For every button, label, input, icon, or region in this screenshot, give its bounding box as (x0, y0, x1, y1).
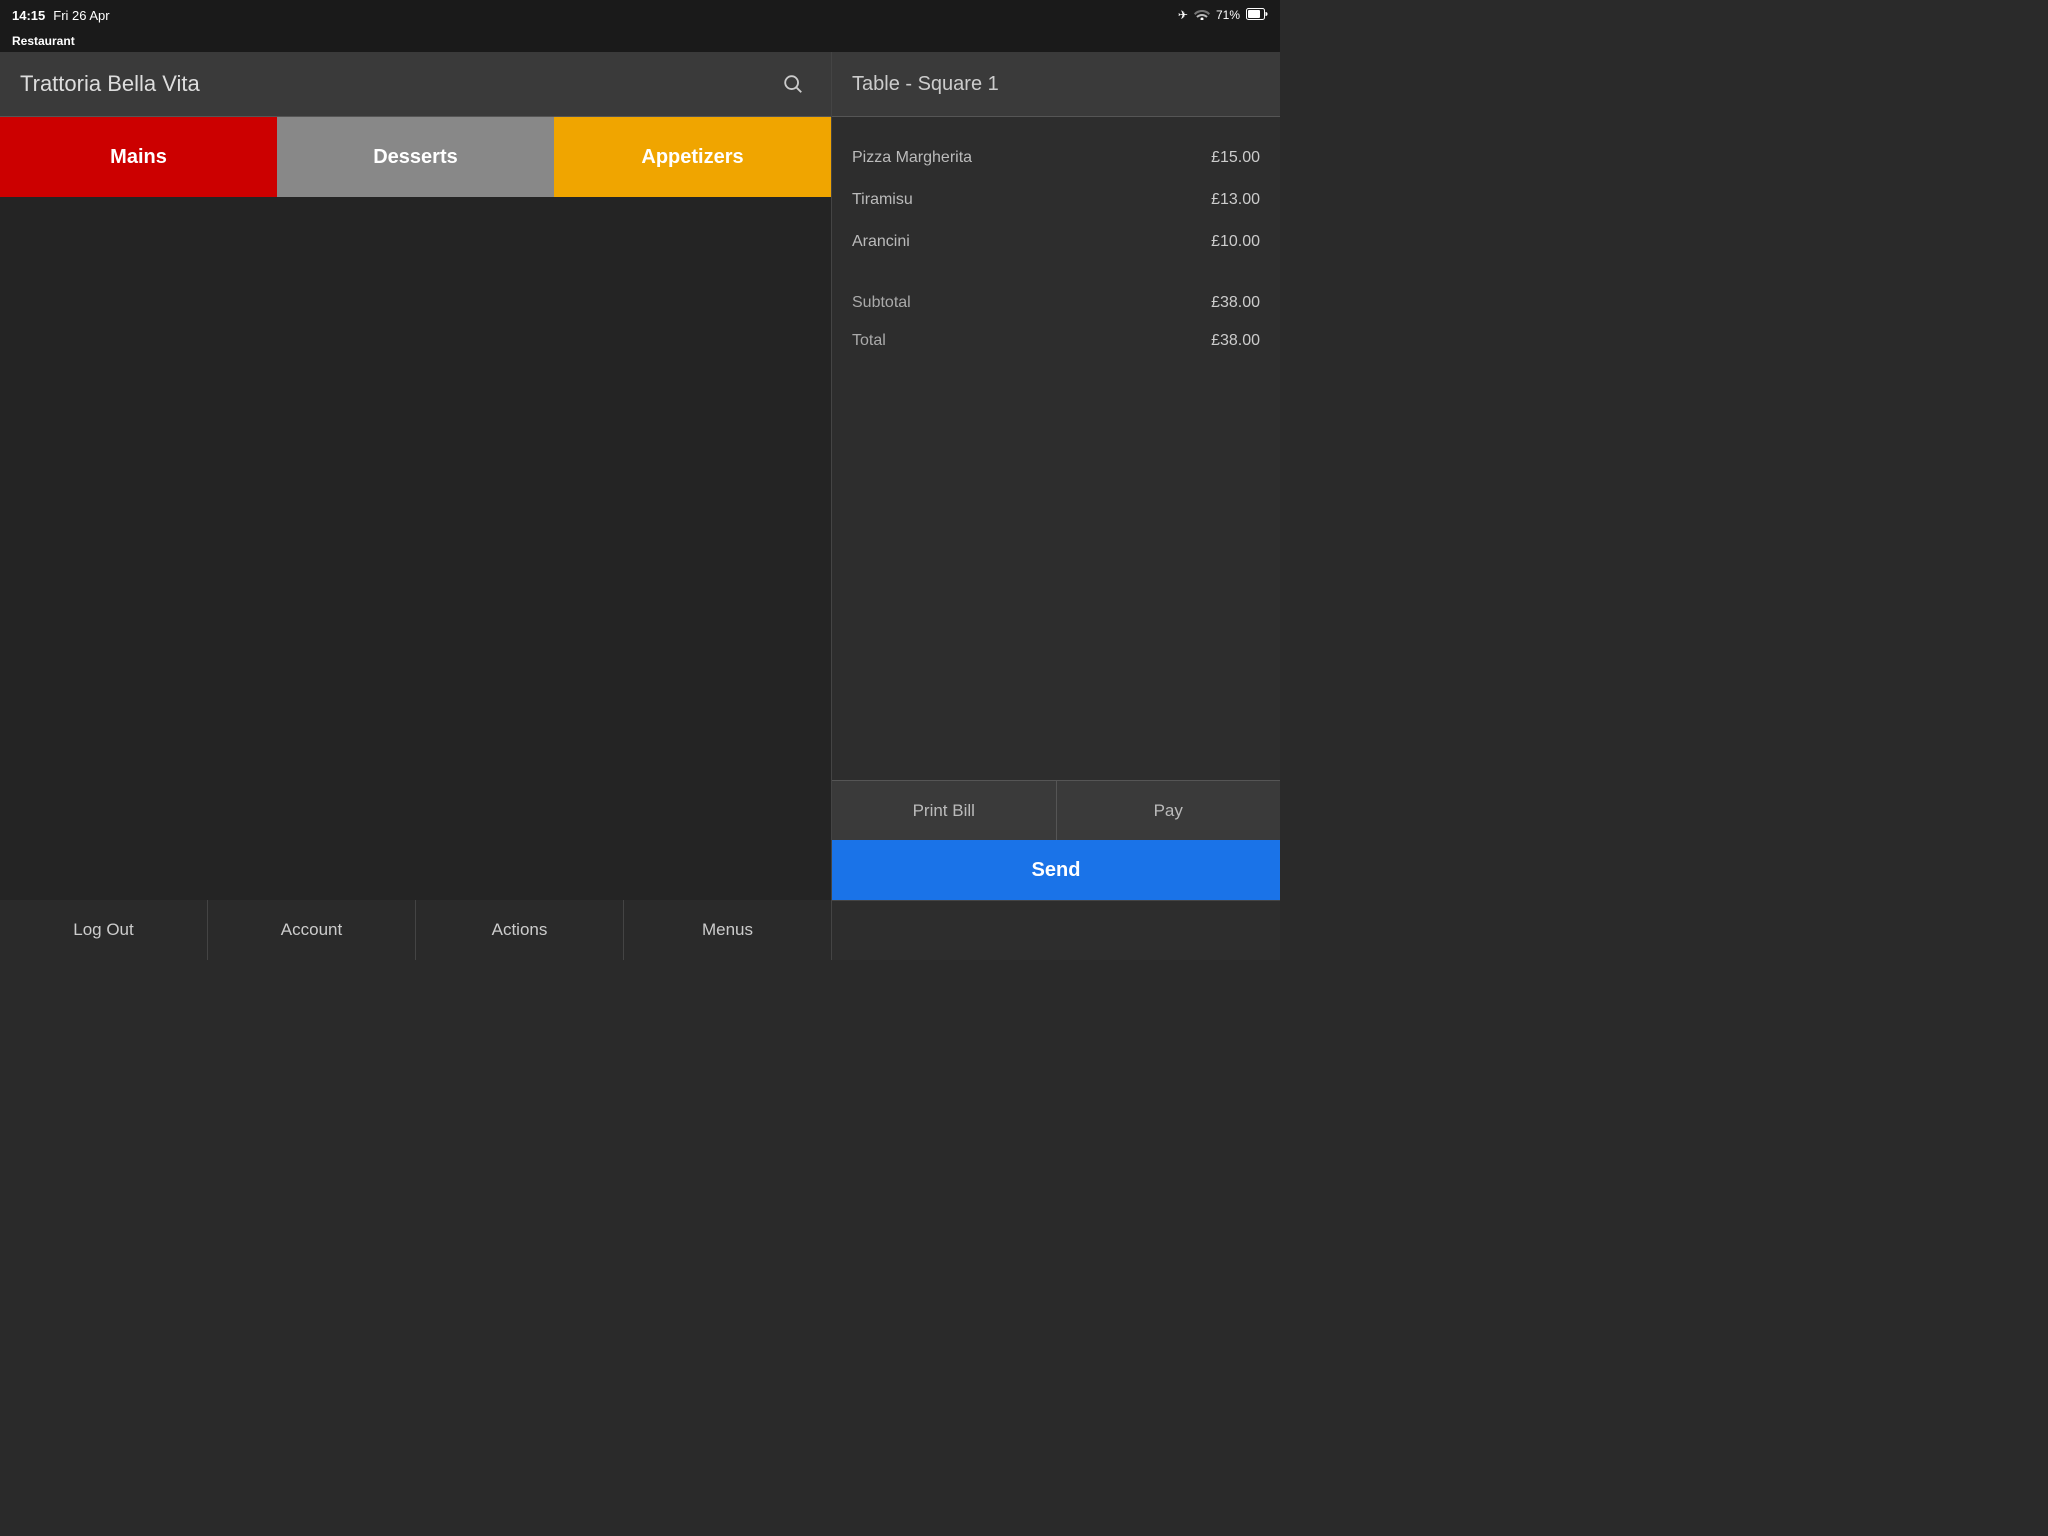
print-bill-button[interactable]: Print Bill (832, 781, 1057, 840)
order-item-price-pizza: £15.00 (1211, 149, 1260, 167)
nav-menus[interactable]: Menus (624, 900, 831, 960)
main-layout: Trattoria Bella Vita Mains Desserts Appe… (0, 52, 1280, 900)
status-time: 14:15 (12, 8, 45, 23)
nav-actions[interactable]: Actions (416, 900, 624, 960)
battery-percentage: 71% (1216, 8, 1240, 22)
order-item-pizza[interactable]: Pizza Margherita £15.00 (852, 137, 1260, 179)
subtotal-label: Subtotal (852, 294, 911, 312)
pay-button[interactable]: Pay (1057, 781, 1281, 840)
left-header: Trattoria Bella Vita (0, 52, 831, 117)
order-subtotal: Subtotal £38.00 (852, 284, 1260, 322)
order-item-price-tiramisu: £13.00 (1211, 191, 1260, 209)
search-icon (782, 73, 804, 95)
bottom-area: Log Out Account Actions Menus (0, 900, 1280, 960)
status-date: Fri 26 Apr (53, 8, 109, 23)
total-label: Total (852, 332, 886, 350)
subtotal-value: £38.00 (1211, 294, 1260, 312)
order-item-price-arancini: £10.00 (1211, 233, 1260, 251)
nav-log-out[interactable]: Log Out (0, 900, 208, 960)
search-button[interactable] (775, 66, 811, 102)
tab-desserts[interactable]: Desserts (277, 117, 554, 197)
total-value: £38.00 (1211, 332, 1260, 350)
order-items: Pizza Margherita £15.00 Tiramisu £13.00 … (832, 117, 1280, 780)
airplane-icon: ✈ (1178, 8, 1188, 22)
tab-mains[interactable]: Mains (0, 117, 277, 197)
app-name: Restaurant (12, 34, 75, 48)
right-header: Table - Square 1 (832, 52, 1280, 117)
bottom-right-spacer (832, 900, 1280, 960)
status-bar: 14:15 Fri 26 Apr ✈ 71% (0, 0, 1280, 30)
right-panel: Table - Square 1 Pizza Margherita £15.00… (832, 52, 1280, 900)
order-item-arancini[interactable]: Arancini £10.00 (852, 221, 1260, 263)
nav-account[interactable]: Account (208, 900, 416, 960)
order-divider (852, 273, 1260, 274)
order-total: Total £38.00 (852, 322, 1260, 360)
status-left: 14:15 Fri 26 Apr (12, 8, 110, 23)
restaurant-name: Trattoria Bella Vita (20, 71, 200, 97)
order-item-name-tiramisu: Tiramisu (852, 191, 913, 209)
left-panel: Trattoria Bella Vita Mains Desserts Appe… (0, 52, 832, 900)
app-name-bar: Restaurant (0, 30, 1280, 52)
order-item-name-arancini: Arancini (852, 233, 910, 251)
order-item-tiramisu[interactable]: Tiramisu £13.00 (852, 179, 1260, 221)
category-tabs: Mains Desserts Appetizers (0, 117, 831, 197)
menu-content (0, 197, 831, 900)
order-item-name-pizza: Pizza Margherita (852, 149, 972, 167)
send-button[interactable]: Send (832, 840, 1280, 900)
table-name: Table - Square 1 (852, 73, 999, 96)
bottom-nav: Log Out Account Actions Menus (0, 900, 832, 960)
right-actions: Print Bill Pay (832, 780, 1280, 840)
wifi-icon (1194, 8, 1210, 23)
status-right: ✈ 71% (1178, 8, 1268, 23)
battery-icon (1246, 8, 1268, 23)
tab-appetizers[interactable]: Appetizers (554, 117, 831, 197)
